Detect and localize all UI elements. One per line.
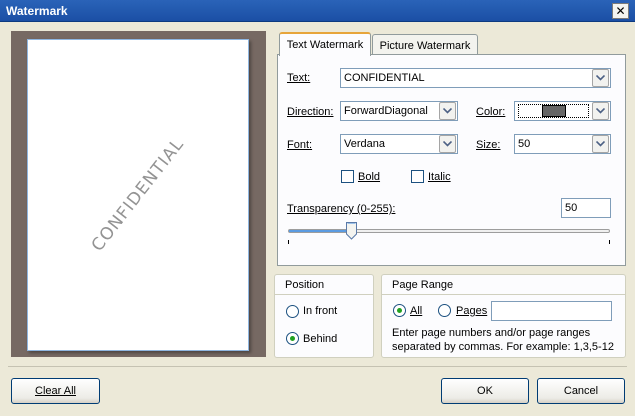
page-range-help-line1: Enter page numbers and/or page ranges xyxy=(392,327,591,339)
italic-checkbox[interactable] xyxy=(411,170,424,183)
ok-label: OK xyxy=(477,385,493,397)
in-front-label[interactable]: In front xyxy=(303,305,337,317)
direction-select[interactable]: ForwardDiagonal xyxy=(340,101,458,121)
size-label: Size: xyxy=(476,139,501,151)
cancel-label: Cancel xyxy=(563,385,599,397)
tab-picture-watermark[interactable]: Picture Watermark xyxy=(372,34,478,56)
chevron-down-icon[interactable] xyxy=(592,102,609,120)
chevron-down-icon[interactable] xyxy=(592,69,609,87)
text-combo[interactable]: CONFIDENTIAL xyxy=(340,68,611,88)
preview-page: CONFIDENTIAL xyxy=(27,39,249,351)
transparency-value: 50 xyxy=(565,202,578,214)
slider-fill xyxy=(289,230,352,232)
color-picker[interactable] xyxy=(514,101,611,121)
tab-text-watermark[interactable]: Text Watermark xyxy=(279,32,371,56)
size-value: 50 xyxy=(518,138,531,150)
font-select[interactable]: Verdana xyxy=(340,134,458,154)
transparency-input[interactable]: 50 xyxy=(561,198,611,218)
clear-all-label: Clear All xyxy=(35,385,76,397)
behind-radio[interactable] xyxy=(286,332,299,345)
in-front-radio[interactable] xyxy=(286,305,299,318)
ok-button[interactable]: OK xyxy=(441,378,529,404)
italic-label[interactable]: Italic xyxy=(428,171,451,183)
chevron-down-icon[interactable] xyxy=(439,102,456,120)
chevron-down-icon[interactable] xyxy=(592,135,609,153)
chevron-down-icon[interactable] xyxy=(439,135,456,153)
direction-value: ForwardDiagonal xyxy=(344,105,428,117)
all-pages-label[interactable]: All xyxy=(410,305,422,317)
tab-label: Text Watermark xyxy=(286,39,364,51)
slider-thumb[interactable] xyxy=(346,222,358,240)
window-title: Watermark xyxy=(6,4,68,18)
close-icon: ✕ xyxy=(615,4,626,18)
position-title: Position xyxy=(285,279,325,291)
close-button[interactable]: ✕ xyxy=(612,3,629,19)
text-label: Text: xyxy=(287,72,311,84)
slider-ticks xyxy=(288,240,610,244)
font-label: Font: xyxy=(287,139,313,151)
color-swatch xyxy=(541,105,566,117)
page-range-help-line2: separated by commas. For example: 1,3,5-… xyxy=(392,341,614,353)
direction-label: Direction: xyxy=(287,106,334,118)
radio-selected-dot xyxy=(397,308,402,313)
tab-label: Picture Watermark xyxy=(379,39,471,52)
pages-label[interactable]: Pages xyxy=(456,305,487,317)
font-value: Verdana xyxy=(344,138,385,150)
title-bar xyxy=(0,0,635,22)
bold-label[interactable]: Bold xyxy=(358,171,380,183)
preview-watermark-text: CONFIDENTIAL xyxy=(87,134,189,256)
all-pages-radio[interactable] xyxy=(393,304,406,317)
transparency-label: Transparency (0-255): xyxy=(287,203,396,215)
pages-radio[interactable] xyxy=(438,304,451,317)
pages-input[interactable] xyxy=(491,301,612,321)
page-range-title: Page Range xyxy=(392,279,454,291)
color-label: Color: xyxy=(476,106,506,118)
behind-label[interactable]: Behind xyxy=(303,333,337,345)
clear-all-button[interactable]: Clear All xyxy=(11,378,100,404)
size-select[interactable]: 50 xyxy=(514,134,611,154)
bold-checkbox[interactable] xyxy=(341,170,354,183)
cancel-button[interactable]: Cancel xyxy=(537,378,625,404)
radio-selected-dot xyxy=(290,336,295,341)
text-value: CONFIDENTIAL xyxy=(344,72,425,84)
